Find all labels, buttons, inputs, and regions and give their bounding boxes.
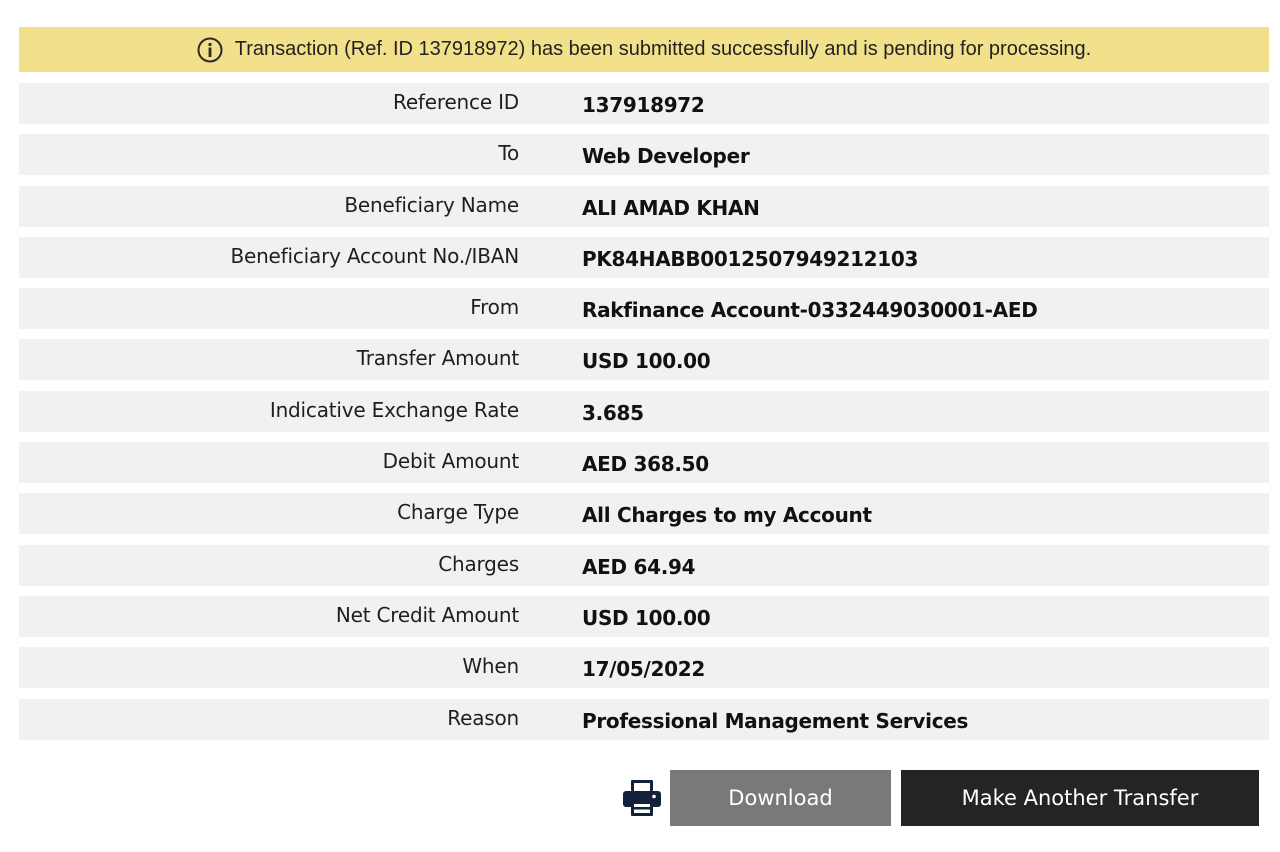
detail-label: From [470, 295, 519, 320]
detail-row-to: To Web Developer [19, 134, 1269, 176]
detail-row-beneficiary-name: Beneficiary Name ALI AMAD KHAN [19, 185, 1269, 227]
detail-label: Beneficiary Name [344, 192, 519, 217]
detail-value: 3.685 [582, 400, 644, 425]
success-notice-banner: Transaction (Ref. ID 137918972) has been… [19, 27, 1269, 72]
detail-row-net-credit-amount: Net Credit Amount USD 100.00 [19, 595, 1269, 637]
detail-value: ALI AMAD KHAN [582, 195, 760, 220]
detail-label: Transfer Amount [356, 346, 520, 371]
detail-label: Indicative Exchange Rate [269, 397, 519, 422]
detail-value: Rakfinance Account-0332449030001-AED [582, 298, 1038, 323]
make-another-transfer-button[interactable]: Make Another Transfer [901, 770, 1259, 826]
action-bar: Download Make Another Transfer [0, 770, 1280, 826]
detail-value: AED 368.50 [582, 452, 709, 477]
detail-label: Net Credit Amount [335, 602, 519, 627]
detail-row-exchange-rate: Indicative Exchange Rate 3.685 [19, 390, 1269, 432]
detail-row-when: When 17/05/2022 [19, 647, 1269, 689]
info-circle-icon [197, 37, 223, 63]
detail-label: To [498, 141, 519, 166]
detail-value: Web Developer [582, 144, 750, 169]
detail-value: USD 100.00 [582, 605, 711, 630]
detail-label: Reference ID [393, 90, 519, 114]
download-button[interactable]: Download [670, 770, 891, 826]
detail-label: Debit Amount [382, 449, 520, 474]
detail-label: When [462, 654, 519, 679]
detail-row-beneficiary-iban: Beneficiary Account No./IBAN PK84HABB001… [19, 236, 1269, 278]
transaction-details-list: Reference ID 137918972 To Web Developer … [19, 83, 1269, 750]
detail-row-from: From Rakfinance Account-0332449030001-AE… [19, 288, 1269, 330]
detail-row-transfer-amount: Transfer Amount USD 100.00 [19, 339, 1269, 381]
detail-value: All Charges to my Account [582, 503, 872, 528]
detail-row-debit-amount: Debit Amount AED 368.50 [19, 442, 1269, 484]
detail-value: USD 100.00 [582, 349, 711, 374]
detail-row-charges: Charges AED 64.94 [19, 544, 1269, 586]
detail-row-reference-id: Reference ID 137918972 [19, 83, 1269, 124]
detail-value: 137918972 [582, 93, 705, 117]
detail-value: PK84HABB0012507949212103 [582, 246, 919, 271]
detail-value: AED 64.94 [582, 554, 696, 579]
detail-value: 17/05/2022 [582, 657, 705, 682]
detail-row-reason: Reason Professional Management Services [19, 698, 1269, 740]
printer-icon[interactable] [621, 778, 663, 818]
transfer-confirmation-page: Transaction (Ref. ID 137918972) has been… [0, 0, 1280, 852]
detail-label: Charge Type [397, 500, 519, 525]
detail-value: Professional Management Services [582, 708, 969, 733]
detail-row-charge-type: Charge Type All Charges to my Account [19, 493, 1269, 535]
detail-label: Charges [438, 551, 519, 576]
detail-label: Reason [447, 705, 519, 730]
detail-label: Beneficiary Account No./IBAN [230, 243, 519, 268]
notice-message: Transaction (Ref. ID 137918972) has been… [234, 38, 1092, 60]
